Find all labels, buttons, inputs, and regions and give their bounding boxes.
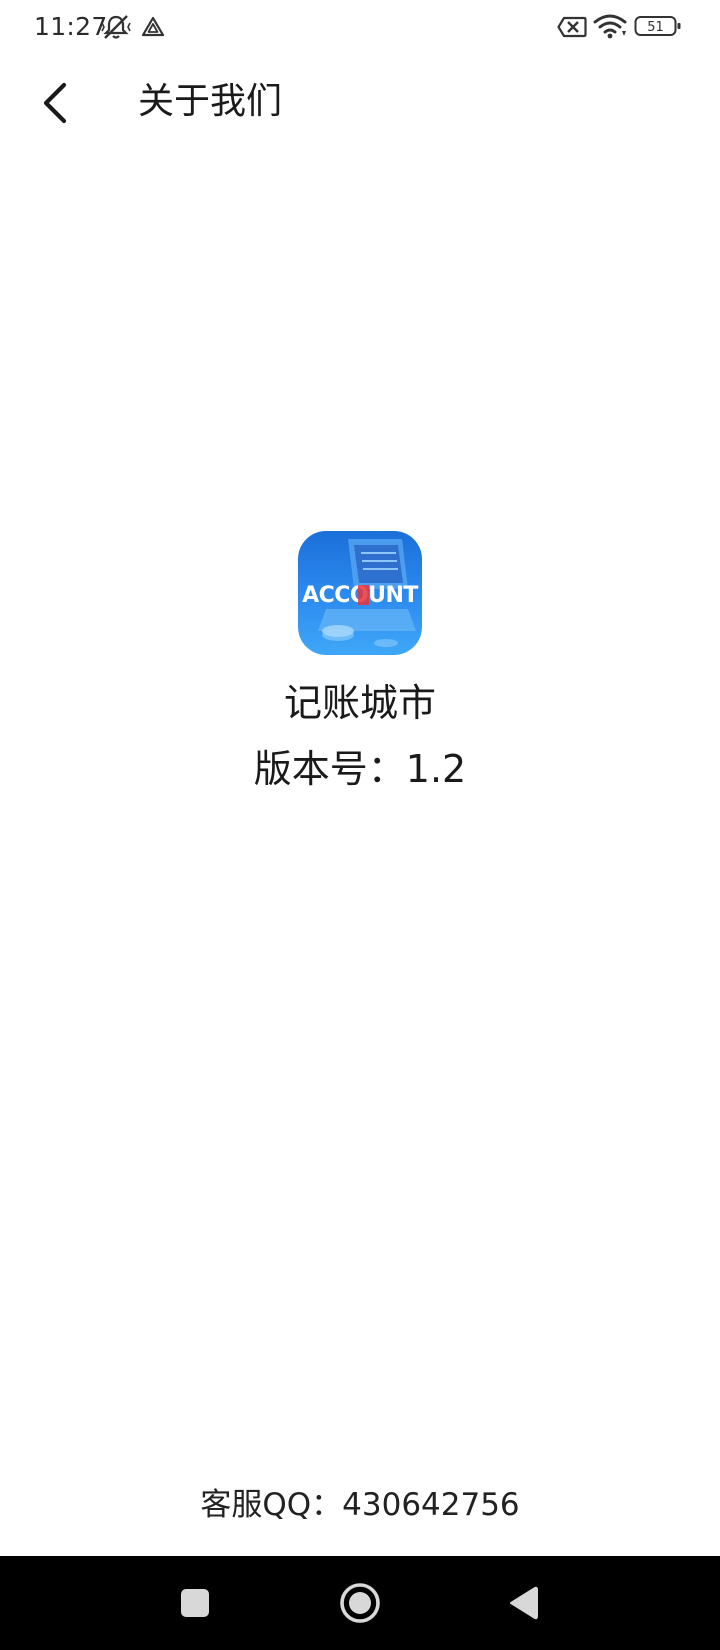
back-nav-button[interactable]	[499, 1579, 547, 1627]
home-button[interactable]	[336, 1579, 384, 1627]
app-notification-icon	[141, 15, 165, 43]
sim-disabled-icon	[557, 16, 587, 42]
back-triangle-icon	[510, 1586, 538, 1620]
contact-qq: 客服QQ：430642756	[200, 1487, 520, 1523]
recents-button[interactable]	[171, 1579, 219, 1627]
battery-icon: 51	[634, 14, 682, 42]
back-button[interactable]	[30, 78, 80, 128]
app-logo: ACCOUNT	[298, 531, 422, 655]
header: 关于我们	[0, 60, 720, 146]
mute-vibrate-icon	[101, 13, 131, 45]
home-circle-icon	[340, 1583, 380, 1623]
app-version: 版本号：1.2	[253, 747, 467, 791]
page-title: 关于我们	[138, 81, 283, 122]
recents-square-icon	[181, 1589, 209, 1617]
status-bar: 11:27 51	[0, 0, 720, 54]
battery-level: 51	[647, 20, 664, 35]
chevron-left-icon	[43, 82, 67, 124]
app-name: 记账城市	[283, 681, 436, 725]
wifi-icon	[593, 13, 627, 43]
nav-bar	[0, 1556, 720, 1650]
status-time: 11:27	[34, 12, 108, 41]
